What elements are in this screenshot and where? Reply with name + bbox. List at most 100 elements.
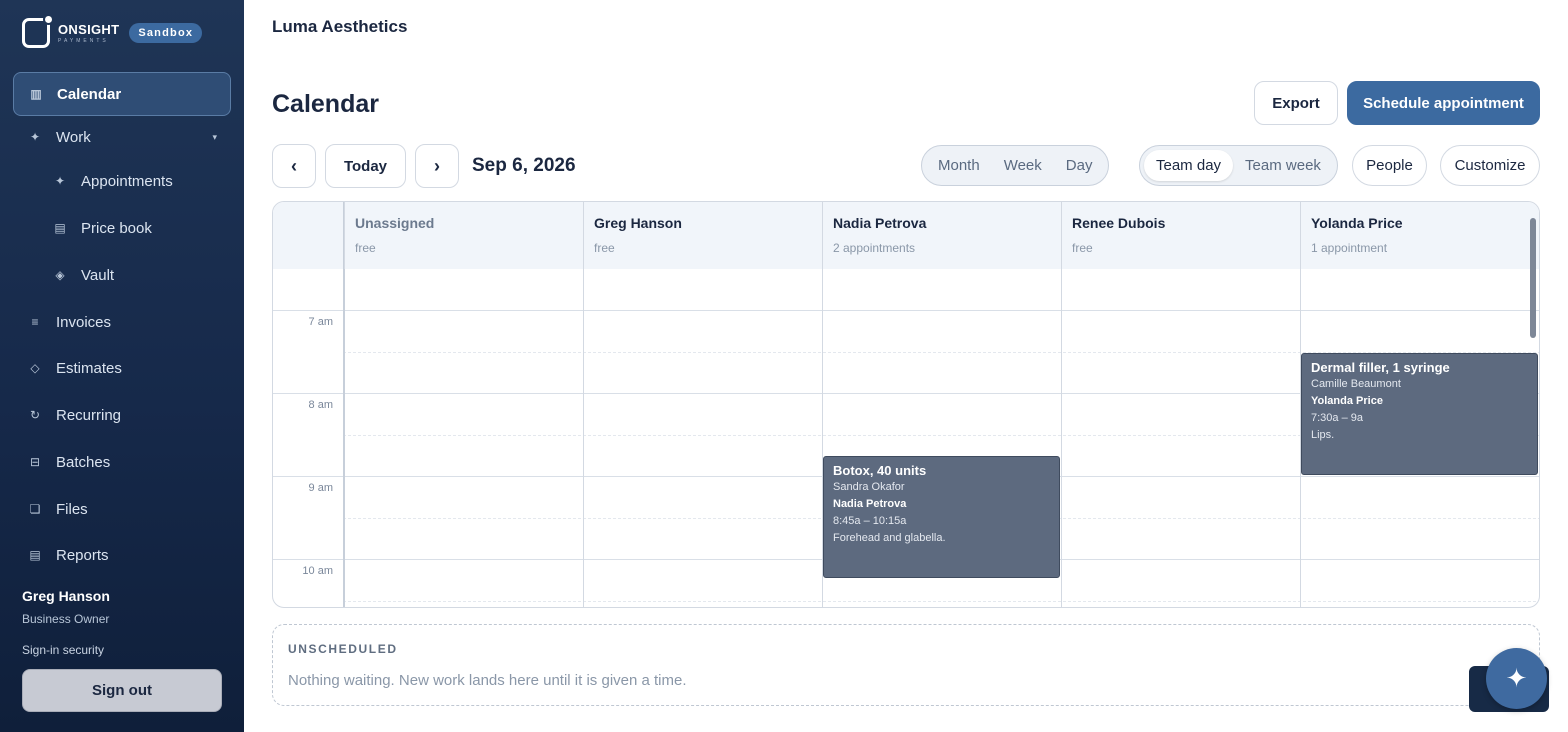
- time-label: 10 am: [302, 565, 333, 577]
- sidebar-item-label: Calendar: [57, 85, 122, 103]
- export-button[interactable]: Export: [1254, 81, 1338, 125]
- sidebar-item-label: Work: [56, 128, 91, 146]
- column-name: Nadia Petrova: [833, 215, 927, 231]
- main-content: Luma Aesthetics Calendar Export Schedule…: [244, 0, 1568, 732]
- appointment-card[interactable]: Dermal filler, 1 syringe Camille Beaumon…: [1301, 353, 1538, 475]
- brand-logo[interactable]: ONSIGHT PAYMENTS Sandbox: [22, 16, 203, 48]
- grid-scrollbar[interactable]: [1530, 218, 1536, 338]
- column-status: free: [355, 241, 376, 255]
- customize-button[interactable]: Customize: [1440, 145, 1540, 186]
- column-status: free: [594, 241, 615, 255]
- sidebar-item-appointments[interactable]: ✦ Appointments: [13, 159, 231, 203]
- sidebar-item-invoices[interactable]: ≡ Invoices: [13, 300, 231, 344]
- sparkle-icon: ✦: [29, 130, 41, 144]
- schedule-appointment-button[interactable]: Schedule appointment: [1347, 81, 1540, 125]
- column-yolanda-price: Yolanda Price 1 appointment: [1300, 202, 1539, 269]
- refresh-icon: ↻: [29, 408, 41, 422]
- appointment-client: Sandra Okafor: [833, 481, 905, 493]
- sign-in-security-link[interactable]: Sign-in security: [22, 643, 104, 657]
- sidebar-item-vault[interactable]: ◈ Vault: [13, 253, 231, 297]
- diamond-outline-icon: ◇: [30, 361, 40, 375]
- unscheduled-message: Nothing waiting. New work lands here unt…: [288, 672, 687, 689]
- report-icon: ▤: [29, 548, 41, 562]
- sidebar-item-label: Price book: [81, 219, 152, 237]
- sparkle-icon: ✦: [1505, 663, 1528, 693]
- appointment-title: Dermal filler, 1 syringe: [1311, 360, 1450, 375]
- unscheduled-title: UNSCHEDULED: [288, 642, 398, 656]
- calendar-icon: ▥: [30, 87, 42, 101]
- time-label: 9 am: [308, 482, 333, 494]
- sidebar-item-files[interactable]: ❏ Files: [13, 487, 231, 531]
- sidebar-item-price-book[interactable]: ▤ Price book: [13, 206, 231, 250]
- book-icon: ▤: [54, 221, 66, 235]
- user-name: Greg Hanson: [22, 588, 110, 604]
- sidebar-item-batches[interactable]: ⊟ Batches: [13, 440, 231, 484]
- current-date: Sep 6, 2026: [472, 155, 576, 176]
- column-name: Yolanda Price: [1311, 215, 1403, 231]
- appointment-card[interactable]: Botox, 40 units Sandra Okafor Nadia Petr…: [823, 456, 1060, 578]
- view-team-day[interactable]: Team day: [1144, 150, 1234, 181]
- team-view-switcher: Team day Team week: [1139, 145, 1338, 186]
- view-team-week[interactable]: Team week: [1233, 150, 1333, 181]
- prev-day-button[interactable]: ‹: [272, 144, 316, 188]
- sidebar-item-calendar[interactable]: ▥ Calendar: [13, 72, 231, 116]
- sidebar-item-label: Batches: [56, 453, 111, 471]
- sidebar-item-label: Vault: [81, 266, 115, 284]
- sign-out-button[interactable]: Sign out: [22, 669, 222, 712]
- column-name: Unassigned: [355, 215, 435, 231]
- sidebar-item-label: Appointments: [81, 172, 173, 190]
- appointment-time: 8:45a – 10:15a: [833, 515, 907, 527]
- list-icon: ≡: [31, 315, 39, 329]
- time-label: 7 am: [308, 316, 333, 328]
- next-day-button[interactable]: ›: [415, 144, 459, 188]
- assistant-fab-button[interactable]: ✦: [1486, 648, 1547, 709]
- chevron-down-icon: ▾: [212, 131, 217, 142]
- view-switcher: Month Week Day: [921, 145, 1110, 186]
- sidebar-item-label: Files: [56, 500, 88, 518]
- appointment-title: Botox, 40 units: [833, 463, 927, 478]
- column-status: 2 appointments: [833, 241, 916, 255]
- column-renee-dubois: Renee Dubois free: [1061, 202, 1300, 269]
- appointment-staff: Nadia Petrova: [833, 498, 907, 510]
- sidebar-item-estimates[interactable]: ◇ Estimates: [13, 346, 231, 390]
- appointment-staff: Yolanda Price: [1311, 395, 1383, 407]
- column-greg-hanson: Greg Hanson free: [583, 202, 822, 269]
- column-unassigned: Unassigned free: [344, 202, 583, 269]
- business-name: Luma Aesthetics: [272, 17, 408, 36]
- time-label: 8 am: [308, 399, 333, 411]
- appointment-client: Camille Beaumont: [1311, 378, 1401, 390]
- appointment-note: Forehead and glabella.: [833, 532, 946, 544]
- logo-icon: [22, 16, 52, 48]
- column-name: Greg Hanson: [594, 215, 682, 231]
- sandbox-badge: Sandbox: [129, 23, 203, 43]
- column-name: Renee Dubois: [1072, 215, 1166, 231]
- unscheduled-panel: UNSCHEDULED Nothing waiting. New work la…: [272, 624, 1540, 706]
- sidebar-item-label: Reports: [56, 546, 109, 564]
- team-day-grid: Unassigned free Greg Hanson free Nadia P…: [272, 201, 1540, 608]
- view-week[interactable]: Week: [992, 150, 1054, 181]
- user-role: Business Owner: [22, 612, 110, 626]
- view-month[interactable]: Month: [926, 150, 992, 181]
- sparkle-icon: ✦: [54, 174, 66, 188]
- brand-sub: PAYMENTS: [58, 37, 109, 44]
- sidebar-item-recurring[interactable]: ↻ Recurring: [13, 393, 231, 437]
- sidebar-item-reports[interactable]: ▤ Reports: [13, 533, 231, 577]
- sidebar-item-label: Estimates: [56, 359, 122, 377]
- batch-icon: ⊟: [29, 455, 41, 469]
- column-status: free: [1072, 241, 1093, 255]
- sidebar-item-work[interactable]: ✦ Work ▾: [13, 115, 231, 159]
- column-nadia-petrova: Nadia Petrova 2 appointments: [822, 202, 1061, 269]
- sidebar-item-label: Recurring: [56, 406, 122, 424]
- brand-name: ONSIGHT: [58, 21, 120, 37]
- page-title: Calendar: [272, 90, 379, 118]
- file-icon: ❏: [29, 502, 41, 516]
- today-button[interactable]: Today: [325, 144, 406, 188]
- people-button[interactable]: People: [1352, 145, 1427, 186]
- sidebar: ONSIGHT PAYMENTS Sandbox ▥ Calendar ✦ Wo…: [0, 0, 244, 732]
- column-status: 1 appointment: [1311, 241, 1388, 255]
- view-day[interactable]: Day: [1054, 150, 1105, 181]
- appointment-time: 7:30a – 9a: [1311, 412, 1363, 424]
- appointment-note: Lips.: [1311, 429, 1335, 441]
- sidebar-item-label: Invoices: [56, 313, 112, 331]
- diamond-icon: ◈: [55, 268, 65, 282]
